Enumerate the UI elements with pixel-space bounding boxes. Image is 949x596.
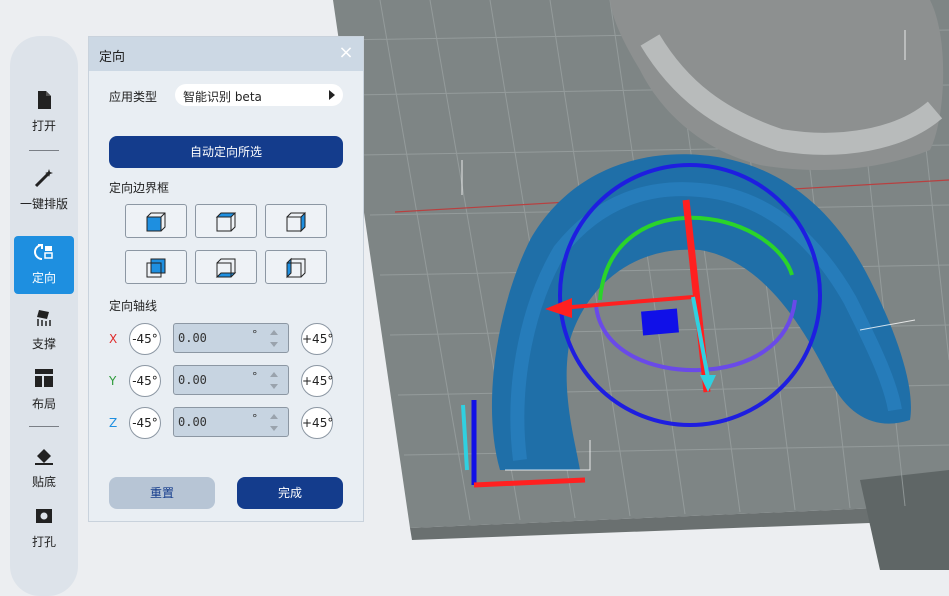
decrement-icon[interactable] — [270, 342, 278, 347]
degree-unit: ° — [252, 412, 258, 425]
bbox-button-back[interactable] — [125, 250, 187, 284]
tool-orient-label: 定向 — [31, 271, 56, 285]
divider — [29, 150, 59, 151]
bbox-label: 定向边界框 — [109, 181, 170, 195]
layout-icon — [35, 369, 53, 387]
eraser-icon — [35, 449, 53, 465]
caret-right-icon — [329, 90, 335, 100]
tool-orient[interactable]: 定向 — [14, 236, 74, 294]
app-type-label: 应用类型 — [109, 90, 158, 104]
decrement-icon[interactable] — [270, 426, 278, 431]
tool-support-label: 支撑 — [31, 337, 56, 351]
degree-unit: ° — [252, 370, 258, 383]
file-icon — [38, 91, 51, 109]
cube-top-icon — [215, 212, 237, 232]
auto-orient-button[interactable]: 自动定向所选 — [109, 136, 343, 168]
increment-icon[interactable] — [270, 372, 278, 377]
bbox-button-front[interactable] — [125, 204, 187, 238]
tool-auto-layout[interactable]: 一键排版 — [14, 162, 74, 220]
orient-icon — [34, 244, 53, 260]
reset-button[interactable]: 重置 — [109, 477, 215, 509]
magic-wand-icon — [34, 169, 53, 188]
axis-z-label: Z — [109, 416, 118, 430]
orient-panel: 定向 × 应用类型 智能识别 beta 自动定向所选 定向边界框 定向轴线 X … — [88, 36, 364, 522]
z-angle-input[interactable]: 0.00 ° — [173, 407, 289, 437]
z-plus-45-button[interactable]: +45° — [301, 407, 333, 439]
tool-layout[interactable]: 布局 — [14, 362, 74, 420]
z-angle-value: 0.00 — [178, 415, 207, 429]
cube-left-icon — [286, 257, 306, 279]
cube-back-icon — [146, 258, 166, 278]
bbox-button-bottom[interactable] — [195, 250, 257, 284]
y-angle-input[interactable]: 0.00 ° — [173, 365, 289, 395]
increment-icon[interactable] — [270, 330, 278, 335]
increment-icon[interactable] — [270, 414, 278, 419]
bbox-button-left[interactable] — [265, 250, 327, 284]
z-minus-45-button[interactable]: -45° — [129, 407, 161, 439]
tool-open[interactable]: 打开 — [14, 84, 74, 142]
app-type-select[interactable]: 智能识别 beta — [175, 84, 343, 106]
bbox-button-top[interactable] — [195, 204, 257, 238]
x-plus-45-button[interactable]: +45° — [301, 323, 333, 355]
cube-front-icon — [146, 212, 166, 232]
app-type-value: 智能识别 beta — [183, 90, 262, 104]
tool-layout-label: 布局 — [31, 397, 56, 411]
decrement-icon[interactable] — [270, 384, 278, 389]
bbox-button-right[interactable] — [265, 204, 327, 238]
axis-x-label: X — [109, 332, 118, 346]
tool-open-label: 打开 — [31, 119, 56, 133]
x-angle-value: 0.00 — [178, 331, 207, 345]
done-button[interactable]: 完成 — [237, 477, 343, 509]
tool-lay-flat[interactable]: 贴底 — [14, 440, 74, 498]
panel-header: 定向 × — [89, 37, 363, 71]
y-plus-45-button[interactable]: +45° — [301, 365, 333, 397]
tool-hole[interactable]: 打孔 — [14, 500, 74, 558]
y-angle-value: 0.00 — [178, 373, 207, 387]
support-icon — [37, 310, 51, 326]
divider — [29, 426, 59, 427]
hole-icon — [36, 509, 52, 523]
left-toolbar: 打开 一键排版 定向 支撑 布局 贴底 打孔 — [10, 36, 78, 596]
tool-lay-flat-label: 贴底 — [31, 475, 56, 489]
tool-hole-label: 打孔 — [31, 535, 56, 549]
close-icon[interactable]: × — [337, 43, 355, 63]
cube-bottom-icon — [215, 258, 237, 278]
y-minus-45-button[interactable]: -45° — [129, 365, 161, 397]
x-minus-45-button[interactable]: -45° — [129, 323, 161, 355]
tool-auto-layout-label: 一键排版 — [19, 197, 68, 211]
tool-support[interactable]: 支撑 — [14, 302, 74, 360]
cube-right-icon — [286, 211, 306, 233]
axis-section-label: 定向轴线 — [109, 299, 158, 313]
degree-unit: ° — [252, 328, 258, 341]
axis-y-label: Y — [109, 374, 117, 388]
x-angle-input[interactable]: 0.00 ° — [173, 323, 289, 353]
panel-title: 定向 — [99, 50, 126, 65]
